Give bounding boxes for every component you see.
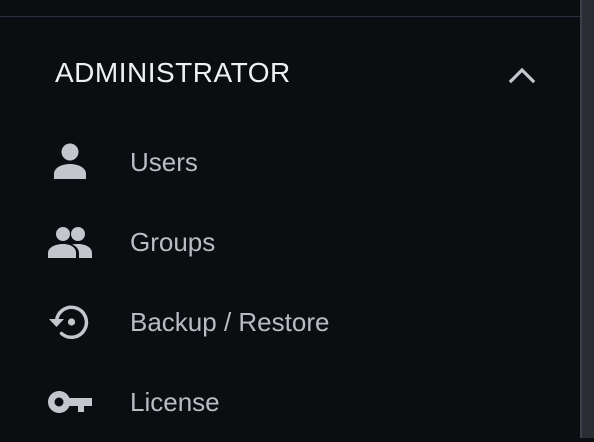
restore-icon [49,305,89,339]
admin-nav-panel: ADMINISTRATOR Users Groups Backup / Rest… [0,0,580,438]
sidebar-item-groups[interactable]: Groups [0,202,580,282]
section-divider [0,16,580,17]
sidebar-item-label: Backup / Restore [130,307,330,337]
section-title: ADMINISTRATOR [55,57,291,88]
sidebar-item-backup-restore[interactable]: Backup / Restore [0,282,580,362]
key-icon [48,390,92,414]
sidebar-item-license[interactable]: License [0,362,580,442]
administrator-section-header[interactable]: ADMINISTRATOR [0,44,580,104]
scrollbar[interactable] [580,0,594,438]
person-icon [54,143,86,179]
sidebar-item-users[interactable]: Users [0,122,580,202]
scrollbar-edge [580,0,582,438]
sidebar-item-label: License [130,387,220,417]
sidebar-item-label: Groups [130,227,216,257]
sidebar-item-label: Users [130,147,198,177]
people-icon [48,227,92,258]
chevron-up-icon[interactable] [506,60,538,88]
